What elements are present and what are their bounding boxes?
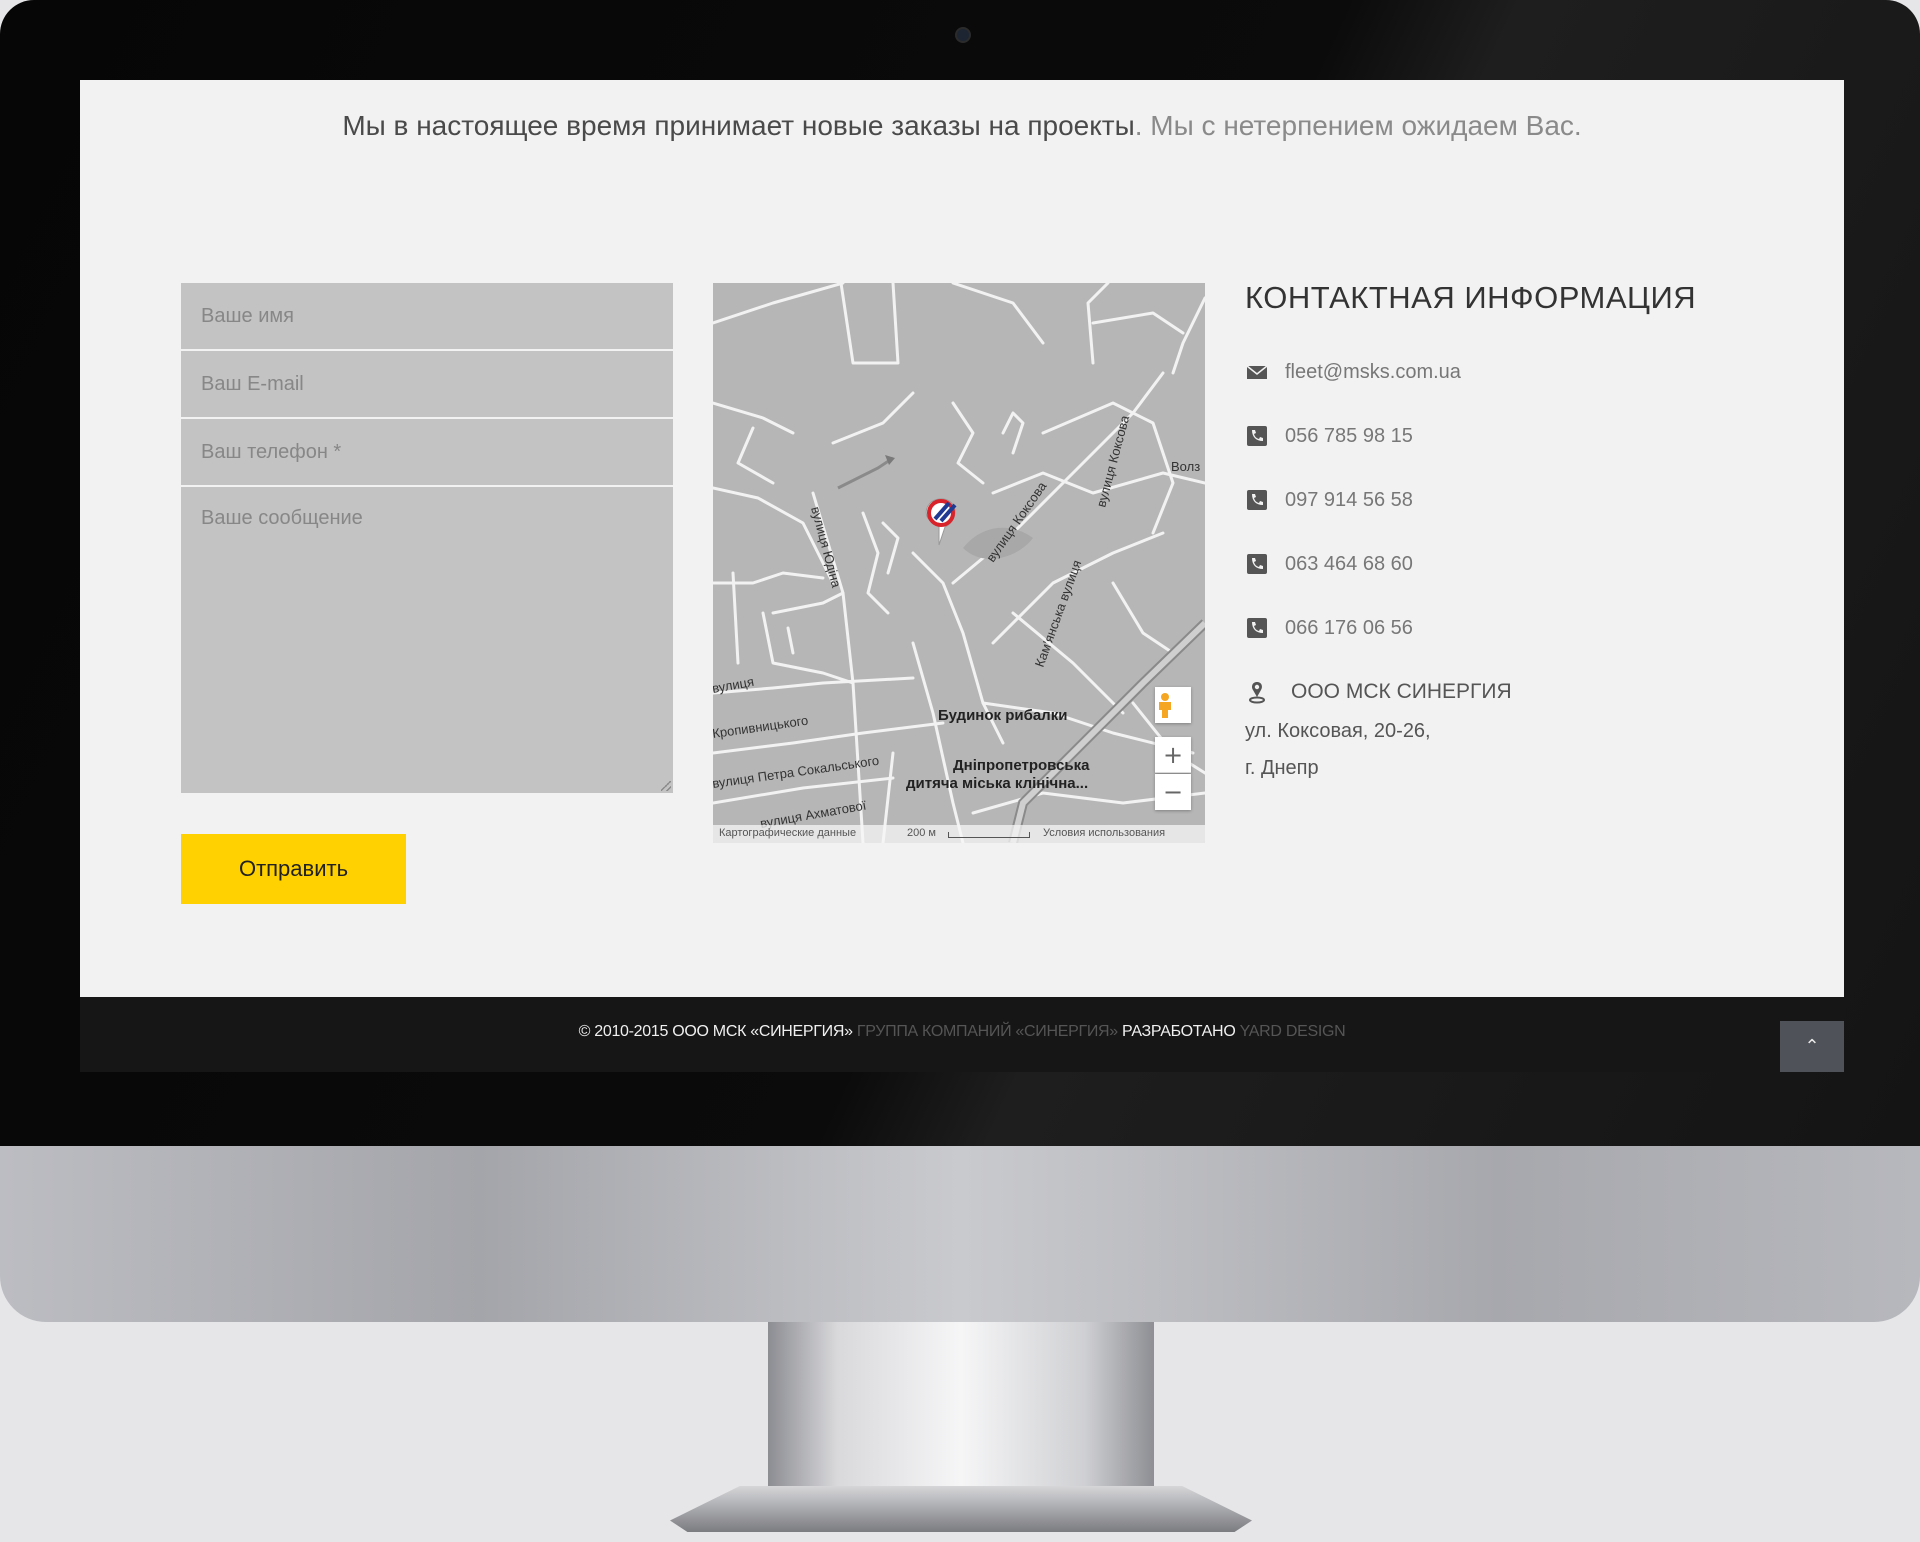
name-input[interactable] [181, 283, 673, 349]
zoom-in-button[interactable]: + [1155, 737, 1191, 773]
phone-input[interactable] [181, 419, 673, 485]
poi-label: Дніпропетровська [953, 757, 1090, 774]
developer-link[interactable]: YARD DESIGN [1235, 1023, 1346, 1040]
footer-copyright: © 2010-2015 ООО МСК «СИНЕРГИЯ» ГРУППА КО… [80, 1023, 1844, 1041]
phone-icon [1247, 554, 1267, 574]
map-widget[interactable]: вулиця Юдіна вулиця Коксова вулиця Коксо… [713, 283, 1205, 843]
address-street: ул. Коксовая, 20-26, [1245, 720, 1431, 742]
contact-email[interactable]: fleet@msks.com.ua [1285, 361, 1461, 384]
company-name: ООО МСК СИНЕРГИЯ [1291, 680, 1512, 703]
contact-phone-row: 066 176 06 56 [1245, 613, 1413, 643]
monitor-stand-base [670, 1486, 1252, 1532]
contact-phone: 097 914 56 58 [1285, 488, 1413, 511]
zoom-out-button[interactable]: − [1155, 774, 1191, 810]
street-label: вулиця Коксова [1093, 413, 1132, 509]
camera-icon [955, 27, 971, 43]
page-tagline: Мы в настоящее время принимает новые зак… [80, 110, 1844, 142]
map-attribution-bar: Картографические данные 200 м Условия ис… [713, 825, 1205, 843]
map-roads: вулиця Юдіна вулиця Коксова вулиця Коксо… [713, 283, 1205, 843]
street-label: вулиця Петра Сокальського [713, 753, 880, 791]
tagline-main: Мы в настоящее время принимает новые зак… [342, 110, 1135, 141]
developed-by-label: РАЗРАБОТАНО [1122, 1023, 1236, 1040]
resize-handle-icon[interactable] [661, 781, 671, 791]
submit-button[interactable]: Отправить [181, 834, 406, 904]
company-logo-pin-icon[interactable] [925, 498, 957, 546]
contact-phone: 056 785 98 15 [1285, 424, 1413, 447]
company-group-text: ГРУППА КОМПАНИЙ «СИНЕРГИЯ» [852, 1023, 1123, 1040]
contact-phone: 066 176 06 56 [1285, 616, 1413, 639]
map-scale-label: 200 м [907, 827, 936, 839]
chevron-up-icon: ⌃ [1804, 1036, 1820, 1057]
contact-phone: 063 464 68 60 [1285, 552, 1413, 575]
street-label: Волз [1171, 459, 1200, 474]
map-scale-bar [948, 832, 1030, 838]
monitor-chin [0, 1146, 1920, 1322]
poi-label: Будинок рибалки [938, 707, 1067, 724]
contact-phone-row: 063 464 68 60 [1245, 549, 1413, 579]
contact-info-title: КОНТАКТНАЯ ИНФОРМАЦИЯ [1245, 280, 1697, 315]
poi-label: дитяча міська клінічна... [906, 775, 1088, 792]
contact-phone-row: 056 785 98 15 [1245, 421, 1413, 451]
email-input[interactable] [181, 351, 673, 417]
streetview-pegman-icon[interactable] [1155, 687, 1191, 723]
contact-phone-row: 097 914 56 58 [1245, 485, 1413, 515]
monitor-stand [768, 1322, 1154, 1488]
envelope-icon [1246, 365, 1268, 379]
contact-company-row: ООО МСК СИНЕРГИЯ [1245, 677, 1512, 707]
map-terms-link[interactable]: Условия использования [1043, 827, 1165, 839]
phone-icon [1247, 490, 1267, 510]
message-textarea[interactable] [181, 487, 673, 793]
map-marker-icon [1249, 682, 1265, 704]
address-city: г. Днепр [1245, 757, 1319, 779]
tagline-secondary: . Мы с нетерпением ожидаем Вас. [1134, 110, 1582, 141]
site-footer: © 2010-2015 ООО МСК «СИНЕРГИЯ» ГРУППА КО… [80, 997, 1844, 1072]
phone-icon [1247, 426, 1267, 446]
copyright-text: © 2010-2015 ООО МСК «СИНЕРГИЯ» [578, 1023, 853, 1040]
scroll-to-top-button[interactable]: ⌃ [1780, 1021, 1844, 1072]
contact-email-row[interactable]: fleet@msks.com.ua [1245, 357, 1461, 387]
street-label: Кропивницького [713, 713, 809, 741]
map-data-link[interactable]: Картографические данные [719, 827, 856, 839]
website-screen: Мы в настоящее время принимает новые зак… [80, 80, 1844, 1072]
phone-icon [1247, 618, 1267, 638]
